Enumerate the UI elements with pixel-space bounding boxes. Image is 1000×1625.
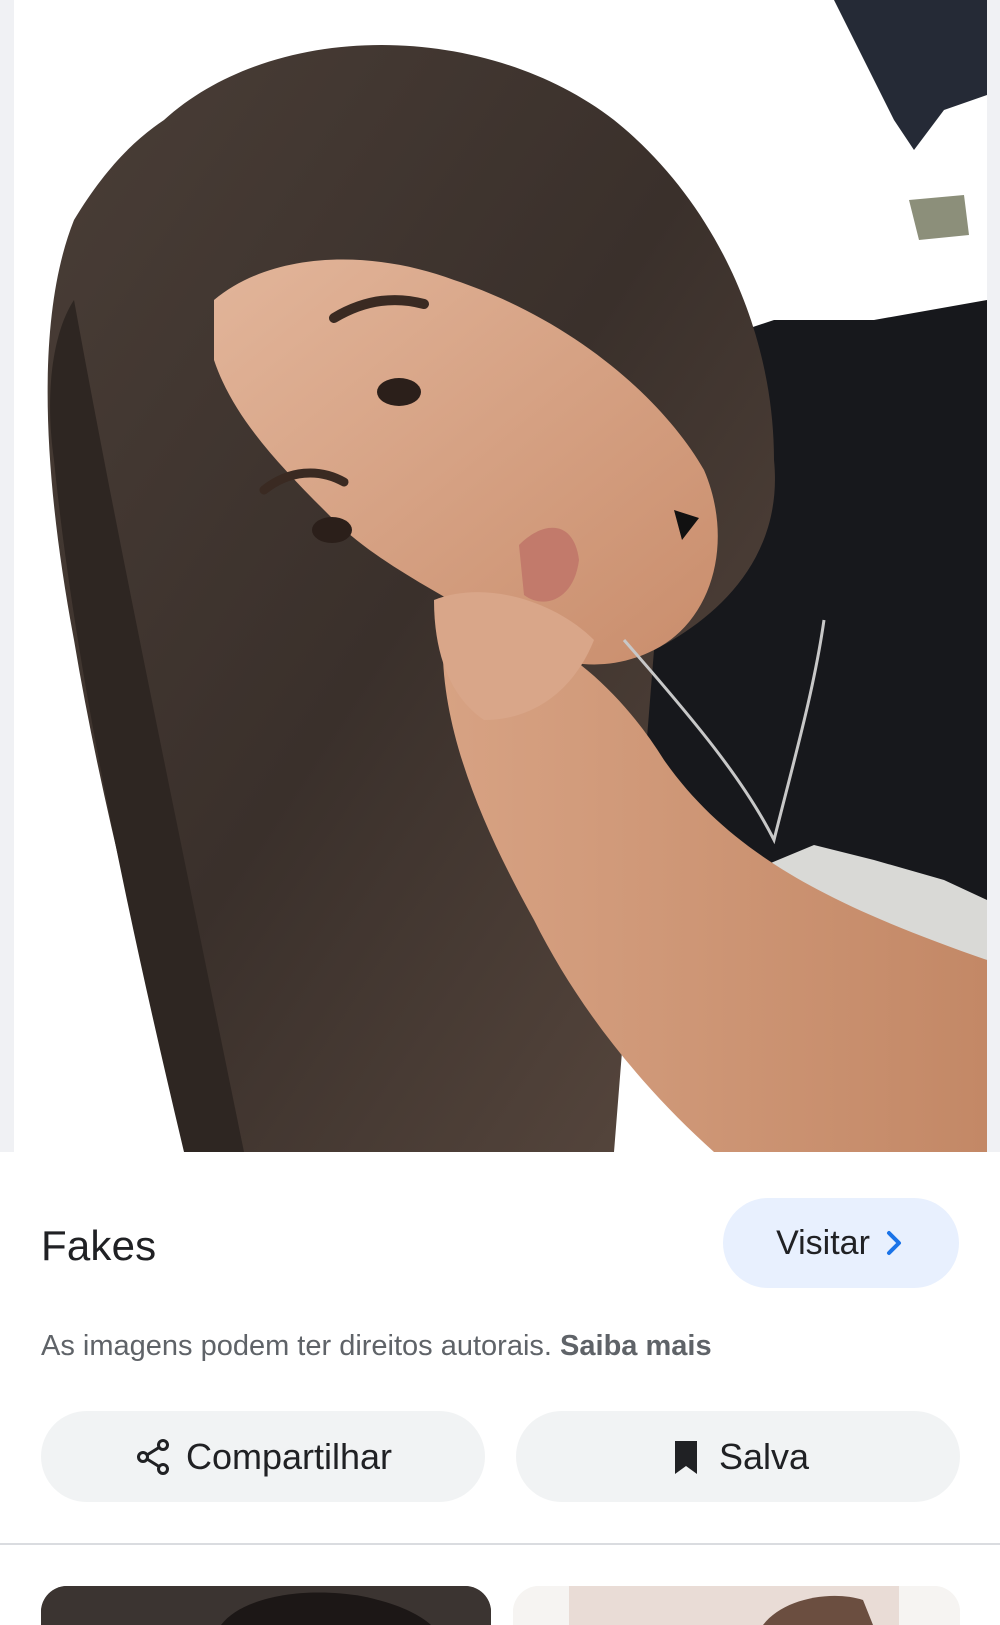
pin-detail-page: Fakes Visitar As imagens podem ter direi…	[0, 0, 1000, 1625]
related-pin-thumbnail[interactable]	[41, 1586, 491, 1625]
bookmark-icon	[674, 1440, 697, 1474]
visit-button[interactable]: Visitar	[723, 1198, 959, 1288]
chevron-right-icon	[886, 1231, 901, 1255]
copyright-text: As imagens podem ter direitos autorais.	[41, 1330, 552, 1362]
share-button-label: Compartilhar	[185, 1435, 393, 1477]
related-photo	[513, 1586, 960, 1625]
portrait-photo	[14, 0, 987, 1152]
save-button-label: Salva	[718, 1435, 810, 1477]
learn-more-link[interactable]: Saiba mais	[560, 1330, 712, 1362]
pin-title: Fakes	[41, 1222, 157, 1269]
related-photo	[41, 1586, 491, 1625]
save-button[interactable]: Salva	[516, 1411, 960, 1502]
share-icon	[136, 1438, 169, 1475]
section-divider	[0, 1543, 1000, 1545]
copyright-notice: As imagens podem ter direitos autorais. …	[41, 1330, 712, 1363]
share-button[interactable]: Compartilhar	[41, 1411, 485, 1502]
pin-image-container	[0, 0, 1000, 1152]
image-gutter	[987, 0, 1000, 1152]
visit-button-label: Visitar	[776, 1223, 870, 1262]
pin-photo[interactable]	[14, 0, 987, 1152]
related-pin-thumbnail[interactable]	[513, 1586, 960, 1625]
